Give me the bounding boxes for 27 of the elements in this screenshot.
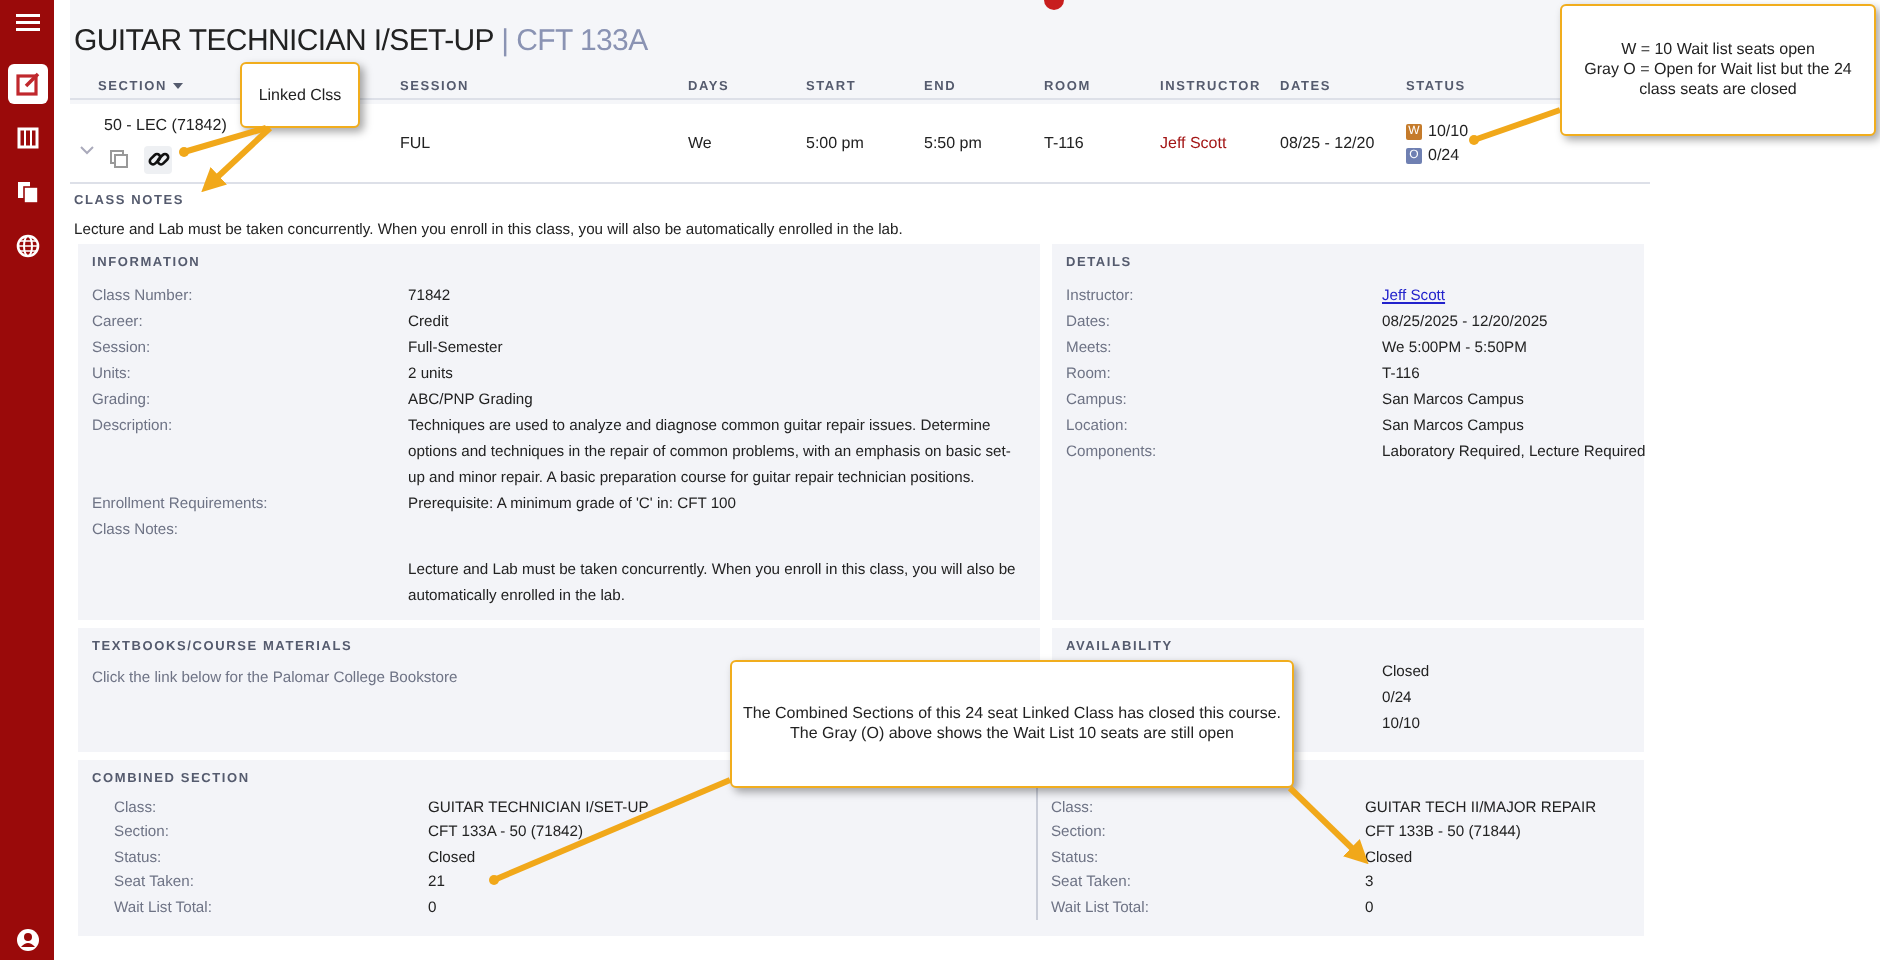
menu-icon[interactable] [15,12,39,32]
instructor-name: Jeff Scott [1160,133,1227,151]
seat-count: 10/10 [1428,119,1469,143]
globe-icon [15,234,39,258]
user-icon[interactable] [15,928,39,952]
link-icon [147,148,169,170]
start-time: 5:00 pm [806,133,864,151]
sidebar-item[interactable] [7,64,47,104]
callout-text: W = 10 Wait list seats open Gray O = Open for Wait list but the 24 class seats are closed [1582,40,1854,100]
copy-icon [15,180,39,204]
room-cell: T-116 [1044,133,1084,151]
course-code: CFT 133A [516,24,648,58]
callout-text: Linked Clss [258,85,342,105]
seat-count: 0/24 [1428,143,1460,167]
sort-caret-icon[interactable] [171,81,183,90]
days-cell: We [688,133,712,151]
session-cell: FUL [400,133,431,151]
dates-cell: 08/25 - 12/20 [1280,133,1375,151]
course-title: GUITAR TECHNICIAN I/SET-UP [74,24,494,58]
title-separator: | [501,24,509,58]
edit-icon [15,72,39,96]
link-button[interactable] [144,145,172,173]
callout-text: The Combined Sections of this 24 seat Linked Class has closed this course. The Gray (O) above shows the Wait List 10 seats are still open [740,704,1284,744]
end-time: 5:50 pm [924,133,982,151]
section-name: 50 - LEC (71842) [104,113,227,137]
copy-icon[interactable] [109,150,127,168]
book-icon [15,126,39,150]
